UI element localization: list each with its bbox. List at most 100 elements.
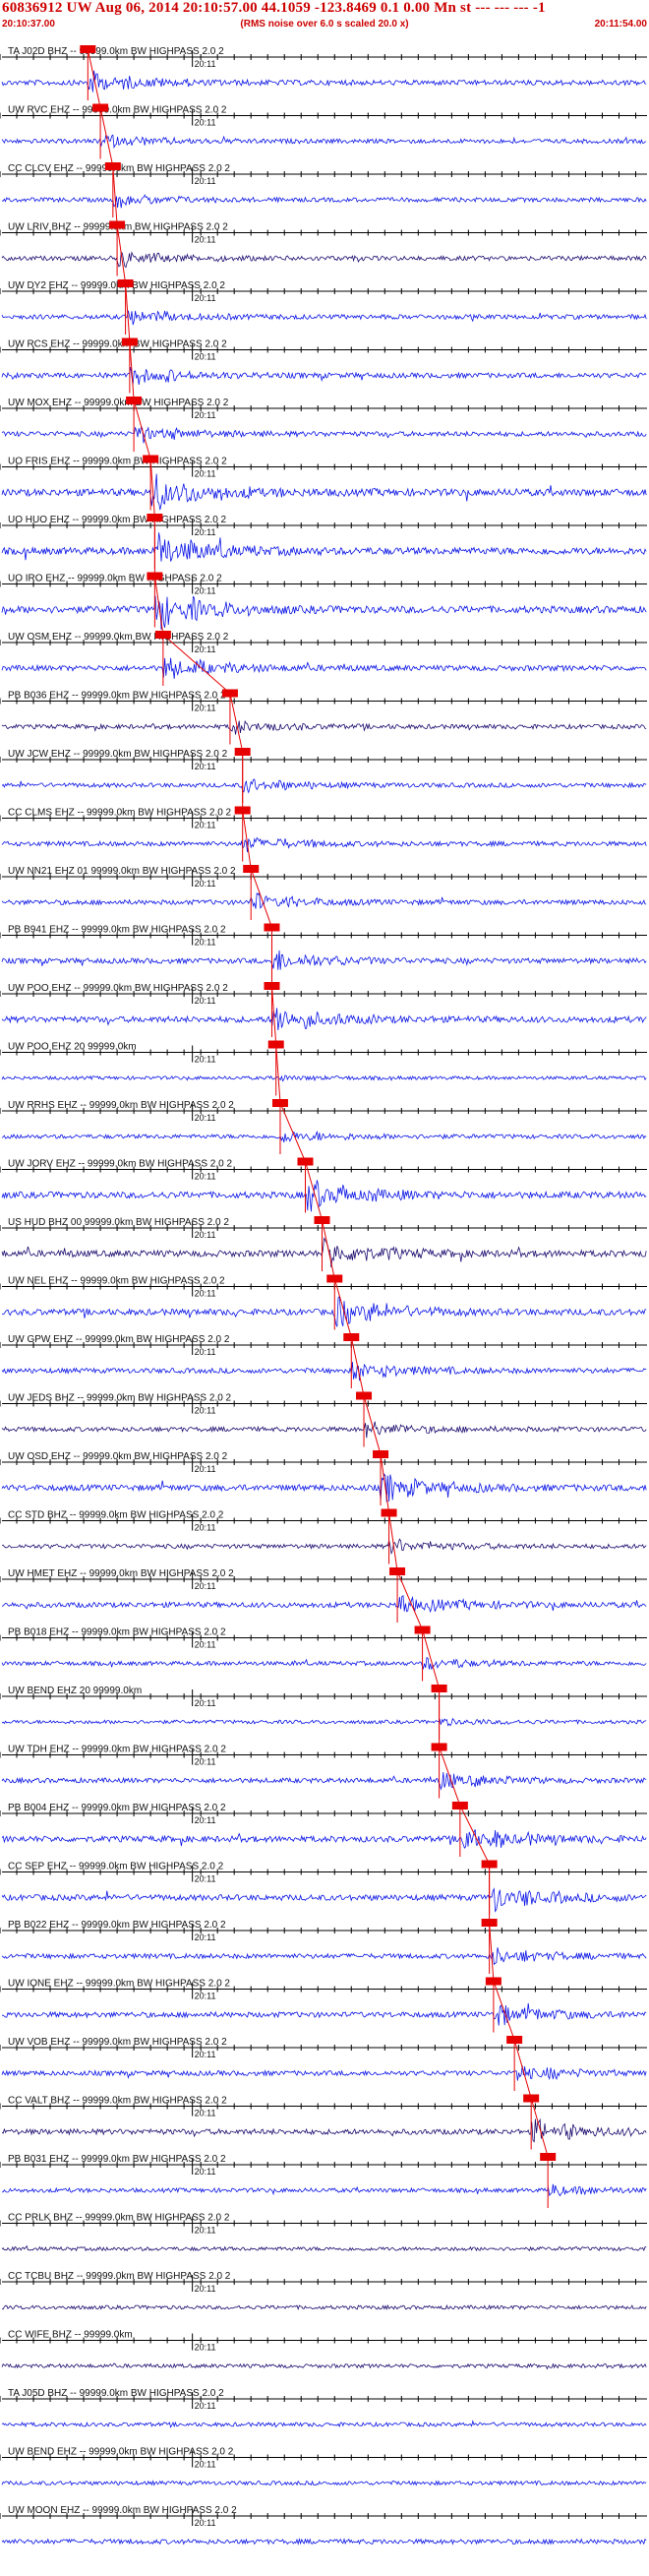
waveform-trace	[1, 2538, 647, 2545]
station-label: UW RCS EHZ -- 99999.0km BW HIGHPASS 2.0 …	[8, 339, 227, 350]
waveform-trace	[1, 473, 647, 511]
trace-row-1: 20:11 UW RVC EHZ -- 99999.0km BW HIGHPASS…	[0, 103, 647, 159]
trace-row-14: 20:11 UW NN21 EHZ 01 99999.0km BW HIGHPAS…	[0, 865, 647, 920]
waveform-trace	[1, 1237, 647, 1268]
trace-row-16: 20:11 UW POO EHZ -- 99999.0km BW HIGHPASS…	[0, 982, 647, 1037]
trace-row-21: 20:11 UW NEL EHZ -- 99999.0km BW HIGHPASS…	[0, 1274, 647, 1330]
waveform-trace	[1, 1473, 647, 1503]
waveform-trace	[1, 1295, 647, 1327]
waveform-trace	[1, 2420, 647, 2428]
trace-row-11: 20:11 PB B036 EHZ -- 99999.0km BW HIGHPAS…	[0, 689, 647, 745]
minute-marker-label: 20:11	[195, 2343, 216, 2353]
waveform-trace	[1, 1656, 647, 1671]
station-label: UW RVC EHZ -- 99999.0km BW HIGHPASS 2.0 …	[8, 105, 227, 116]
minute-marker-label: 20:11	[195, 176, 216, 186]
waveform-trace	[1, 1829, 647, 1849]
trace-row-18: 20:11 UW RRHS EHZ -- 99999.0km BW HIGHPAS…	[0, 1099, 647, 1154]
waveform-trace	[1, 2117, 647, 2143]
minute-marker-label: 20:11	[195, 352, 216, 362]
minute-marker-label: 20:11	[195, 1581, 216, 1591]
waveform-trace	[1, 1538, 647, 1556]
station-label: TA J02D BHZ -- 99999.0km BW HIGHPASS 2.0…	[8, 46, 224, 57]
station-label: UW OSM EHZ -- 99999.0km BW HIGHPASS 2.0 …	[8, 632, 229, 643]
waveform-trace	[1, 836, 647, 853]
minute-marker-label: 20:11	[195, 879, 216, 889]
waveform-trace	[1, 251, 647, 269]
station-label: CC TCBU BHZ -- 99999.0km BW HIGHPASS 2.0…	[8, 2271, 231, 2282]
minute-marker-label: 20:11	[195, 1874, 216, 1884]
station-label: UW MOX EHZ -- 99999.0km BW HIGHPASS 2.0 …	[8, 398, 229, 408]
waveform-trace	[1, 1180, 647, 1212]
waveform-trace	[1, 1595, 647, 1614]
minute-marker-label: 20:11	[195, 1406, 216, 1416]
station-label: UW JORV EHZ -- 99999.0km BW HIGHPASS 2.0…	[8, 1159, 232, 1170]
trace-row-12: 20:11 UW JCW EHZ -- 99999.0km BW HIGHPASS…	[0, 748, 647, 803]
minute-marker-label: 20:11	[195, 2050, 216, 2059]
trace-row-22: 20:11 UW GPW EHZ -- 99999.0km BW HIGHPASS…	[0, 1333, 647, 1388]
station-label: CC SEP EHZ -- 99999.0km BW HIGHPASS 2.0 …	[8, 1862, 224, 1872]
station-label: UO HUO EHZ -- 99999.0km BW HIGHPASS 2.0 …	[8, 515, 227, 525]
minute-marker-label: 20:11	[195, 996, 216, 1006]
trace-row-3: 20:11UW LRIV BHZ -- 99999.0km BW HIGHPAS…	[0, 220, 647, 276]
station-label: UW JCW EHZ -- 99999.0km BW HIGHPASS 2.0 …	[8, 749, 228, 760]
minute-marker-label: 20:11	[195, 1757, 216, 1767]
waveform-trace	[1, 134, 647, 150]
waveform-trace	[1, 2065, 647, 2081]
waveform-trace	[1, 1130, 647, 1142]
station-label: UW GPW EHZ -- 99999.0km BW HIGHPASS 2.0 …	[8, 1334, 230, 1345]
minute-marker-label: 20:11	[195, 293, 216, 303]
trace-row-36: 20:11 PB B031 EHZ -- 99999.0km BW HIGHPAS…	[0, 2153, 647, 2208]
minute-marker-label: 20:11	[195, 938, 216, 948]
minute-marker-label: 20:11	[195, 704, 216, 713]
minute-marker-label: 20:11	[195, 1523, 216, 1533]
station-label: UW POO EHZ 20 99999.0km	[8, 1042, 137, 1053]
trace-row-13: 20:11 CC CLMS EHZ -- 99999.0km BW HIGHPAS…	[0, 806, 647, 862]
trace-row-29: 20:11 UW TDH EHZ -- 99999.0km BW HIGHPASS…	[0, 1743, 647, 1799]
trace-row-5: 20:11 UW RCS EHZ -- 99999.0km BW HIGHPASS…	[0, 337, 647, 394]
station-label: UW JEDS BHZ -- 99999.0km BW HIGHPASS 2.0…	[8, 1393, 232, 1404]
waveform-trace	[1, 1362, 647, 1381]
station-label: UW IONE EHZ -- 99999.0km BW HIGHPASS 2.0…	[8, 1979, 230, 1990]
station-label: UW BEND EHZ -- 99999.0km BW HIGHPASS 2.0…	[8, 2447, 234, 2458]
trace-row-20: 20:11 US HUD BHZ 00 99999.0km BW HIGHPASS…	[0, 1216, 647, 1271]
trace-row-15: 20:11 PB B941 EHZ -- 99999.0km BW HIGHPAS…	[0, 923, 647, 979]
station-label: UW BEND EHZ 20 99999.0km	[8, 1686, 142, 1696]
waveform-trace	[1, 1887, 647, 1913]
trace-row-28: 20:11 UW BEND EHZ 20 99999.0km	[0, 1685, 647, 1740]
minute-marker-label: 20:11	[195, 1698, 216, 1708]
station-label: UO FRIS EHZ -- 99999.0km BW HIGHPASS 2.0…	[8, 457, 227, 467]
minute-marker-label: 20:11	[195, 1172, 216, 1182]
station-label: UW HMET EHZ -- 99999.0km BW HIGHPASS 2.0…	[8, 1568, 234, 1579]
station-label: UW VOB EHZ -- 99999.0km BW HIGHPASS 2.0 …	[8, 2037, 227, 2048]
waveform-trace	[1, 1947, 647, 1966]
station-label: UW POO EHZ -- 99999.0km BW HIGHPASS 2.0 …	[8, 983, 228, 994]
waveform-trace	[1, 719, 647, 735]
waveform-trace	[1, 2183, 647, 2197]
trace-row-9: 20:11 UO IRO EHZ -- 99999.0km BW HIGHPASS…	[0, 572, 647, 630]
station-label: UO IRO EHZ -- 99999.0km BW HIGHPASS 2.0 …	[8, 574, 222, 584]
waveform-trace	[1, 1008, 647, 1031]
trace-row-25: 20:11 CC STD BHZ -- 99999.0km BW HIGHPASS…	[0, 1508, 647, 1564]
waveform-trace	[1, 950, 647, 970]
minute-marker-label: 20:11	[195, 1992, 216, 2001]
minute-marker-label: 20:11	[195, 2226, 216, 2236]
trace-row-26: 20:11 UW HMET EHZ -- 99999.0km BW HIGHPAS…	[0, 1567, 647, 1623]
minute-marker-label: 20:11	[195, 2109, 216, 2118]
trace-row-39: 20:11 CC WIFE BHZ -- 99999.0km	[0, 2330, 647, 2370]
trace-row-27: 20:11 PB B018 EHZ -- 99999.0km BW HIGHPAS…	[0, 1625, 647, 1682]
station-label: PB B022 EHZ -- 99999.0km BW HIGHPASS 2.0…	[8, 1920, 226, 1931]
waveform-trace	[1, 2303, 647, 2311]
waveform-trace	[1, 425, 647, 444]
trace-row-8: 20:11 UO HUO EHZ -- 99999.0km BW HIGHPASS…	[0, 514, 647, 569]
trace-row-42: 20:11 UW MOON EHZ -- 99999.0km BW HIGHPAS…	[0, 2505, 647, 2545]
trace-row-7: 20:11 UO FRIS EHZ -- 99999.0km BW HIGHPAS…	[0, 455, 647, 511]
minute-marker-label: 20:11	[195, 1815, 216, 1825]
station-label: PB B036 EHZ -- 99999.0km BW HIGHPASS 2.0…	[8, 691, 226, 702]
trace-row-23: 20:11 UW JEDS BHZ -- 99999.0km BW HIGHPAS…	[0, 1391, 647, 1447]
minute-marker-label: 20:11	[195, 410, 216, 420]
waveform-trace	[1, 367, 647, 386]
trace-row-19: 20:11 UW JORV EHZ -- 99999.0km BW HIGHPAS…	[0, 1157, 647, 1213]
station-label: CC STD BHZ -- 99999.0km BW HIGHPASS 2.0 …	[8, 1510, 224, 1521]
trace-row-10: 20:11UW OSM EHZ -- 99999.0km BW HIGHPASS…	[0, 631, 647, 686]
station-label: PB B941 EHZ -- 99999.0km BW HIGHPASS 2.0…	[8, 925, 226, 936]
